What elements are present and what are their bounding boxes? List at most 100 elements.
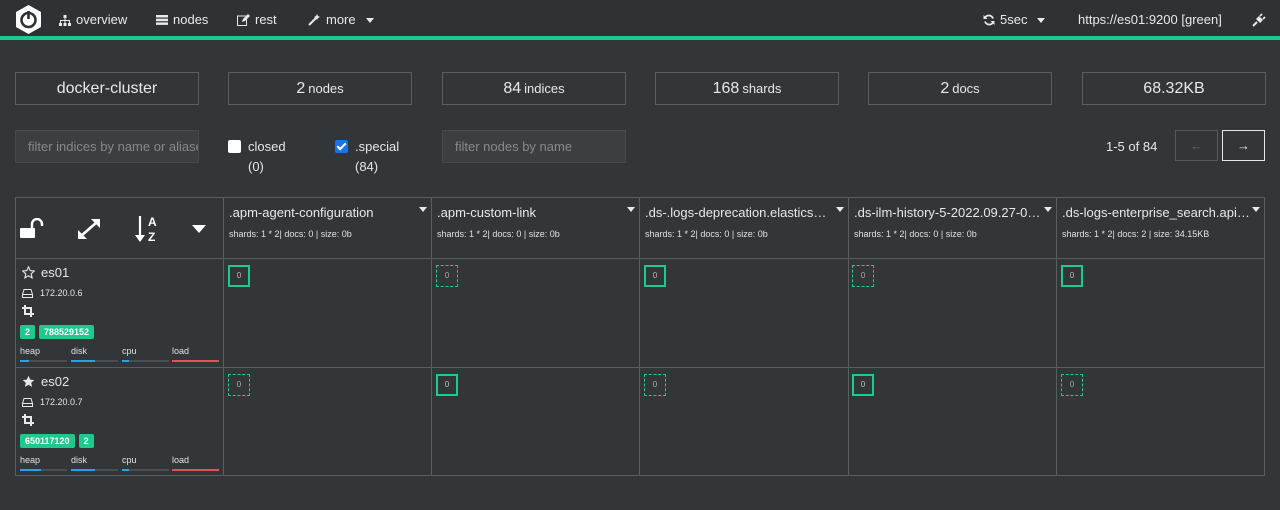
shard-box[interactable]: 0 bbox=[436, 265, 458, 287]
index-header[interactable]: .apm-agent-configuration shards: 1 * 2| … bbox=[224, 198, 431, 258]
prev-page-button[interactable]: ← bbox=[1175, 130, 1218, 161]
unlock-icon[interactable] bbox=[20, 218, 44, 238]
index-header[interactable]: .ds-.logs-deprecation.elasticsearch-defa… bbox=[640, 198, 848, 258]
crop-icon[interactable] bbox=[22, 305, 34, 317]
crop-icon[interactable] bbox=[22, 414, 34, 426]
top-navbar: overview nodes rest more 5sec https://es… bbox=[0, 0, 1280, 40]
node-badge: 2 bbox=[20, 325, 36, 339]
refresh-interval-dropdown[interactable]: 5sec bbox=[983, 12, 1046, 28]
metric-heap: heap bbox=[20, 346, 67, 362]
closed-checkbox[interactable] bbox=[228, 140, 241, 153]
sitemap-icon bbox=[59, 14, 71, 26]
expand-icon[interactable] bbox=[77, 218, 101, 240]
index-info: shards: 1 * 2| docs: 0 | size: 0b bbox=[437, 229, 560, 239]
svg-text:A: A bbox=[148, 215, 157, 229]
index-info: shards: 1 * 2| docs: 0 | size: 0b bbox=[645, 229, 768, 239]
metric-label: heap bbox=[20, 346, 41, 356]
metric-label: disk bbox=[71, 346, 88, 356]
stat-docs: 2 docs bbox=[868, 72, 1052, 105]
metric-cpu: cpu bbox=[122, 346, 169, 362]
metric-fill bbox=[122, 469, 130, 471]
node-name-row[interactable]: es02 bbox=[22, 374, 69, 389]
metric-fill bbox=[172, 360, 219, 362]
special-checkbox[interactable] bbox=[335, 140, 348, 153]
shard-box[interactable]: 0 bbox=[228, 265, 250, 287]
stat-cluster-name: docker-cluster bbox=[15, 72, 199, 105]
stat-value: 2 bbox=[940, 80, 950, 97]
index-header[interactable]: .apm-custom-link shards: 1 * 2| docs: 0 … bbox=[432, 198, 639, 258]
shard-box[interactable]: 0 bbox=[644, 374, 666, 396]
chevron-down-icon[interactable] bbox=[1044, 207, 1052, 212]
node-metrics: heap disk cpu load bbox=[20, 346, 220, 366]
index-name[interactable]: .ds-logs-enterprise_search.api-default-2… bbox=[1062, 205, 1250, 220]
shard-box[interactable]: 0 bbox=[644, 265, 666, 287]
nav-rest-label: rest bbox=[255, 12, 277, 27]
sort-alpha-icon[interactable]: AZ bbox=[135, 214, 161, 244]
special-label: .special bbox=[355, 139, 400, 154]
shard-box[interactable]: 0 bbox=[436, 374, 458, 396]
node-name-row[interactable]: es01 bbox=[22, 265, 69, 280]
index-name[interactable]: .ds-ilm-history-5-2022.09.27-000001 bbox=[854, 205, 1042, 220]
chevron-down-icon[interactable] bbox=[1252, 207, 1260, 212]
metric-fill bbox=[20, 360, 30, 362]
metric-bar bbox=[20, 469, 67, 471]
index-header[interactable]: .ds-logs-enterprise_search.api-default-2… bbox=[1057, 198, 1264, 258]
shard-box[interactable]: 0 bbox=[1061, 265, 1083, 287]
index-header[interactable]: .ds-ilm-history-5-2022.09.27-000001 shar… bbox=[849, 198, 1056, 258]
index-info: shards: 1 * 2| docs: 0 | size: 0b bbox=[229, 229, 352, 239]
shard-box[interactable]: 0 bbox=[228, 374, 250, 396]
shard-box[interactable]: 0 bbox=[852, 374, 874, 396]
shard-box[interactable]: 0 bbox=[1061, 374, 1083, 396]
chevron-down-icon bbox=[365, 18, 374, 23]
cluster-url[interactable]: https://es01:9200 [green] bbox=[1078, 12, 1222, 28]
stat-value: 2 bbox=[296, 80, 306, 97]
filter-nodes-input[interactable]: filter nodes by name bbox=[442, 130, 626, 163]
node-ip: 172.20.0.6 bbox=[40, 288, 83, 298]
stat-value: 84 bbox=[503, 80, 522, 97]
stat-label: docs bbox=[952, 81, 980, 96]
pagination-range: 1-5 of 84 bbox=[1106, 139, 1158, 154]
node-badges: 650117120 2 bbox=[20, 434, 94, 448]
disconnect-plug-icon[interactable] bbox=[1252, 13, 1266, 27]
server-icon bbox=[156, 15, 168, 25]
nav-more-dropdown[interactable]: more bbox=[308, 12, 374, 28]
filter-indices-input[interactable]: filter indices by name or aliases bbox=[15, 130, 199, 163]
stat-value: 168 bbox=[712, 80, 740, 97]
nav-rest[interactable]: rest bbox=[237, 12, 277, 28]
shard-box[interactable]: 0 bbox=[852, 265, 874, 287]
index-name[interactable]: .ds-.logs-deprecation.elasticsearch-defa… bbox=[645, 205, 833, 220]
hdd-icon bbox=[22, 397, 33, 407]
metric-bar bbox=[122, 469, 169, 471]
node-badge: 650117120 bbox=[20, 434, 75, 448]
index-name[interactable]: .apm-agent-configuration bbox=[229, 205, 417, 220]
metric-label: heap bbox=[20, 455, 41, 465]
nav-overview[interactable]: overview bbox=[59, 12, 127, 28]
node-name[interactable]: es02 bbox=[41, 374, 69, 389]
metric-label: cpu bbox=[122, 346, 137, 356]
chevron-down-icon[interactable] bbox=[419, 207, 427, 212]
cluster-url-label: https://es01:9200 [green] bbox=[1078, 12, 1222, 27]
index-name[interactable]: .apm-custom-link bbox=[437, 205, 625, 220]
chevron-down-icon[interactable] bbox=[836, 207, 844, 212]
nav-more-label: more bbox=[326, 12, 356, 27]
next-page-button[interactable]: → bbox=[1222, 130, 1265, 161]
metric-fill bbox=[71, 360, 95, 362]
nav-nodes[interactable]: nodes bbox=[156, 12, 208, 28]
chevron-down-icon[interactable] bbox=[627, 207, 635, 212]
node-address: 172.20.0.7 bbox=[22, 397, 83, 407]
metric-fill bbox=[122, 360, 130, 362]
closed-checkbox-group[interactable]: closed (0) bbox=[228, 138, 286, 175]
special-count: (84) bbox=[355, 159, 379, 174]
chevron-down-icon[interactable] bbox=[192, 225, 206, 233]
metric-label: disk bbox=[71, 455, 88, 465]
stat-label: shards bbox=[742, 81, 782, 96]
metric-bar bbox=[71, 469, 118, 471]
edit-icon bbox=[237, 14, 250, 26]
metric-load: load bbox=[172, 455, 219, 471]
stat-value: 68.32KB bbox=[1143, 80, 1205, 97]
cerebro-logo-icon[interactable] bbox=[14, 5, 43, 34]
index-info: shards: 1 * 2| docs: 2 | size: 34.15KB bbox=[1062, 229, 1210, 239]
node-name[interactable]: es01 bbox=[41, 265, 69, 280]
special-checkbox-group[interactable]: .special (84) bbox=[335, 138, 399, 175]
node-ip: 172.20.0.7 bbox=[40, 397, 83, 407]
